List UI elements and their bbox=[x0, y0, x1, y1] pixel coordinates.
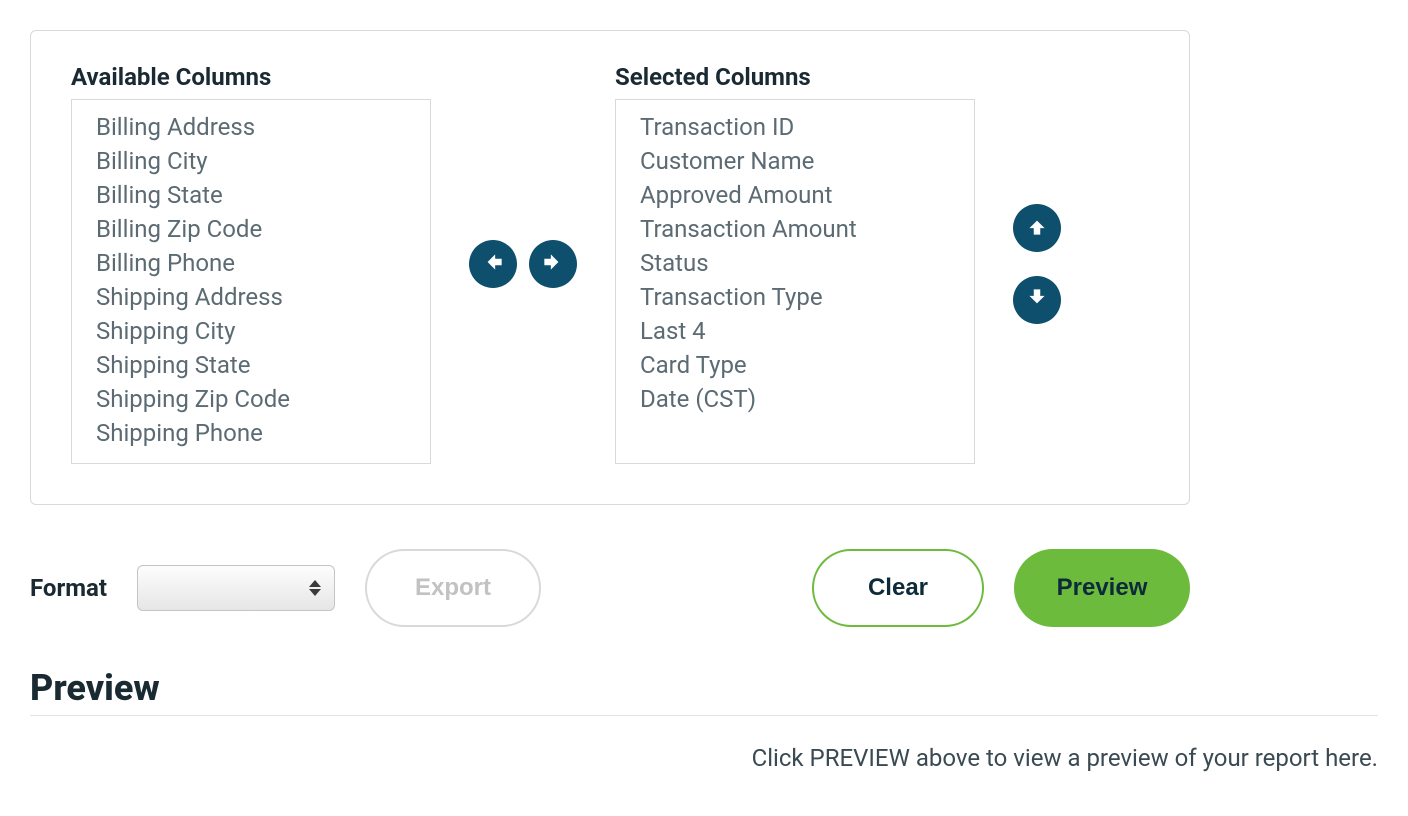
selected-columns-block: Selected Columns Transaction IDCustomer … bbox=[615, 63, 975, 464]
move-down-button[interactable] bbox=[1013, 276, 1061, 324]
format-label: Format bbox=[30, 574, 107, 602]
list-item[interactable]: Shipping Address bbox=[96, 280, 430, 314]
list-item[interactable]: Shipping Zip Code bbox=[96, 382, 430, 416]
preview-heading: Preview bbox=[30, 667, 1378, 716]
available-columns-block: Available Columns Billing AddressBilling… bbox=[71, 63, 431, 464]
list-item[interactable]: Date (CST) bbox=[640, 382, 974, 416]
preview-button[interactable]: Preview bbox=[1014, 549, 1190, 627]
preview-hint: Click PREVIEW above to view a preview of… bbox=[30, 744, 1378, 772]
list-item[interactable]: Shipping Phone bbox=[96, 416, 430, 450]
move-left-button[interactable] bbox=[469, 240, 517, 288]
format-select[interactable] bbox=[137, 565, 335, 611]
arrow-up-icon bbox=[1024, 213, 1050, 242]
selected-columns-label: Selected Columns bbox=[615, 63, 975, 91]
columns-panel: Available Columns Billing AddressBilling… bbox=[30, 30, 1190, 505]
available-columns-label: Available Columns bbox=[71, 63, 431, 91]
list-item[interactable]: Billing Zip Code bbox=[96, 212, 430, 246]
arrow-right-icon bbox=[540, 249, 566, 278]
available-columns-listbox[interactable]: Billing AddressBilling CityBilling State… bbox=[71, 99, 431, 464]
format-select-wrap bbox=[137, 565, 335, 611]
reorder-controls bbox=[995, 204, 1061, 324]
list-item[interactable]: Last 4 bbox=[640, 314, 974, 348]
arrow-down-icon bbox=[1024, 285, 1050, 314]
list-item[interactable]: Billing Address bbox=[96, 110, 430, 144]
move-up-button[interactable] bbox=[1013, 204, 1061, 252]
list-item[interactable]: Transaction Type bbox=[640, 280, 974, 314]
list-item[interactable]: Billing Phone bbox=[96, 246, 430, 280]
list-item[interactable]: Transaction Amount bbox=[640, 212, 974, 246]
list-item[interactable]: Billing City bbox=[96, 144, 430, 178]
selected-columns-listbox[interactable]: Transaction IDCustomer NameApproved Amou… bbox=[615, 99, 975, 464]
list-item[interactable]: Shipping State bbox=[96, 348, 430, 382]
list-item[interactable]: Billing State bbox=[96, 178, 430, 212]
list-item[interactable]: Approved Amount bbox=[640, 178, 974, 212]
move-right-button[interactable] bbox=[529, 240, 577, 288]
clear-button[interactable]: Clear bbox=[812, 549, 984, 627]
action-row: Format Export Clear Preview bbox=[30, 549, 1190, 627]
list-item[interactable]: Card Type bbox=[640, 348, 974, 382]
list-item[interactable]: Status bbox=[640, 246, 974, 280]
list-item[interactable]: Shipping City bbox=[96, 314, 430, 348]
list-item[interactable]: Customer Name bbox=[640, 144, 974, 178]
arrow-left-icon bbox=[480, 249, 506, 278]
transfer-controls bbox=[451, 240, 595, 288]
list-item[interactable]: Transaction ID bbox=[640, 110, 974, 144]
export-button[interactable]: Export bbox=[365, 549, 541, 627]
